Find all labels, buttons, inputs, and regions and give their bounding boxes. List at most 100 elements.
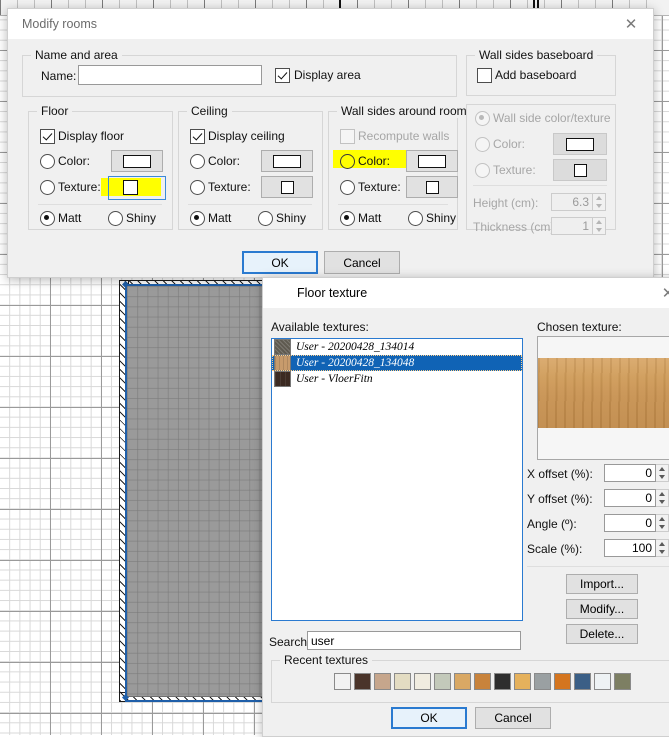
floor-texture-ok-button[interactable]: OK bbox=[391, 707, 467, 729]
recent-texture-swatch[interactable] bbox=[514, 673, 531, 690]
spinner-down-icon[interactable] bbox=[656, 473, 668, 481]
wall-matt-radio[interactable] bbox=[340, 211, 355, 226]
wall-texture-radio[interactable] bbox=[340, 180, 355, 195]
baseboard-height-value[interactable]: 6.3 bbox=[551, 193, 593, 211]
display-floor-checkbox[interactable] bbox=[40, 129, 55, 144]
spinner-up-icon[interactable] bbox=[593, 218, 605, 226]
recent-texture-swatch[interactable] bbox=[354, 673, 371, 690]
angle-input[interactable]: 0 bbox=[604, 514, 656, 532]
recent-texture-swatch[interactable] bbox=[554, 673, 571, 690]
floor-color-radio[interactable] bbox=[40, 154, 55, 169]
recent-texture-swatch[interactable] bbox=[614, 673, 631, 690]
display-ceiling-checkbox[interactable] bbox=[190, 129, 205, 144]
spinner-up-icon[interactable] bbox=[656, 490, 668, 498]
ceiling-texture-button[interactable] bbox=[261, 176, 313, 198]
recent-texture-swatch[interactable] bbox=[414, 673, 431, 690]
y-offset-spinner[interactable] bbox=[656, 489, 669, 507]
list-item[interactable]: User - 20200428_134048 bbox=[272, 355, 522, 371]
wall-color-radio[interactable] bbox=[340, 154, 355, 169]
delete-button[interactable]: Delete... bbox=[566, 624, 638, 644]
recent-texture-swatch[interactable] bbox=[594, 673, 611, 690]
search-input[interactable] bbox=[307, 631, 521, 650]
recent-texture-swatch[interactable] bbox=[474, 673, 491, 690]
recent-texture-swatch[interactable] bbox=[374, 673, 391, 690]
name-input[interactable] bbox=[78, 65, 262, 85]
ceiling-matt-radio[interactable] bbox=[190, 211, 205, 226]
list-item[interactable]: User - VloerFitn bbox=[272, 371, 522, 387]
floor-color-button[interactable] bbox=[111, 150, 163, 172]
y-offset-input[interactable]: 0 bbox=[604, 489, 656, 507]
wall-texture-button[interactable] bbox=[406, 176, 458, 198]
wall-texture-label: Texture: bbox=[358, 180, 401, 194]
spinner-down-icon[interactable] bbox=[593, 226, 605, 234]
add-baseboard-checkbox[interactable] bbox=[477, 68, 492, 83]
scale-input[interactable]: 100 bbox=[604, 539, 656, 557]
baseboard-color-label: Color: bbox=[493, 137, 526, 151]
modify-rooms-dialog[interactable]: Modify rooms ✕ Name and area Name: Displ… bbox=[7, 8, 654, 278]
display-area-checkbox[interactable] bbox=[275, 68, 290, 83]
recent-texture-swatch[interactable] bbox=[454, 673, 471, 690]
available-textures-list[interactable]: User - 20200428_134014 User - 20200428_1… bbox=[271, 338, 523, 621]
close-icon[interactable]: ✕ bbox=[653, 278, 669, 308]
x-offset-input[interactable]: 0 bbox=[604, 464, 656, 482]
recent-texture-swatch[interactable] bbox=[394, 673, 411, 690]
group-ceiling-legend: Ceiling bbox=[187, 104, 232, 118]
group-name-and-area-legend: Name and area bbox=[31, 48, 122, 62]
recent-textures-strip[interactable] bbox=[334, 673, 631, 690]
floor-shiny-label: Shiny bbox=[126, 211, 157, 225]
recent-texture-swatch[interactable] bbox=[334, 673, 351, 690]
spinner-up-icon[interactable] bbox=[656, 515, 668, 523]
wall-shiny-radio[interactable] bbox=[408, 211, 423, 226]
angle-spinner[interactable] bbox=[656, 514, 669, 532]
floor-texture-dialog[interactable]: Floor texture ✕ Available textures: User… bbox=[262, 277, 669, 737]
floor-texture-button[interactable] bbox=[123, 180, 138, 195]
recent-texture-swatch[interactable] bbox=[434, 673, 451, 690]
house-hexagon-icon bbox=[273, 285, 289, 301]
modify-rooms-cancel-button[interactable]: Cancel bbox=[324, 251, 400, 274]
baseboard-texture-radio[interactable] bbox=[475, 163, 490, 178]
floor-texture-radio[interactable] bbox=[40, 180, 55, 195]
recompute-walls-checkbox[interactable] bbox=[340, 129, 355, 144]
spinner-down-icon[interactable] bbox=[656, 523, 668, 531]
spinner-down-icon[interactable] bbox=[593, 202, 605, 210]
ceiling-matt-label: Matt bbox=[208, 211, 232, 225]
ceiling-color-radio[interactable] bbox=[190, 154, 205, 169]
modify-rooms-ok-button[interactable]: OK bbox=[242, 251, 318, 274]
spinner-up-icon[interactable] bbox=[593, 194, 605, 202]
texture-thumbnail bbox=[274, 371, 291, 387]
spinner-up-icon[interactable] bbox=[656, 540, 668, 548]
baseboard-height-spinner[interactable] bbox=[593, 193, 606, 211]
floor-shiny-radio[interactable] bbox=[108, 211, 123, 226]
scale-spinner[interactable] bbox=[656, 539, 669, 557]
x-offset-spinner[interactable] bbox=[656, 464, 669, 482]
import-button[interactable]: Import... bbox=[566, 574, 638, 594]
wall-side-color-texture-radio[interactable] bbox=[475, 111, 490, 126]
floor-texture-cancel-button[interactable]: Cancel bbox=[475, 707, 551, 729]
recent-texture-swatch[interactable] bbox=[494, 673, 511, 690]
ceiling-texture-radio[interactable] bbox=[190, 180, 205, 195]
baseboard-thickness-spinner[interactable] bbox=[593, 217, 606, 235]
group-wall-sides: Wall sides around room Recompute walls C… bbox=[328, 104, 471, 230]
floor-texture-titlebar[interactable]: Floor texture ✕ bbox=[263, 278, 669, 309]
available-textures-label: Available textures: bbox=[271, 320, 369, 334]
baseboard-color-button[interactable] bbox=[553, 133, 607, 155]
wall-matt-label: Matt bbox=[358, 211, 382, 225]
baseboard-thickness-value[interactable]: 1 bbox=[551, 217, 593, 235]
spinner-up-icon[interactable] bbox=[656, 465, 668, 473]
recent-texture-swatch[interactable] bbox=[574, 673, 591, 690]
group-baseboard: Wall sides baseboard Add baseboard bbox=[466, 48, 616, 96]
baseboard-texture-button[interactable] bbox=[553, 159, 607, 181]
recent-texture-swatch[interactable] bbox=[534, 673, 551, 690]
modify-rooms-titlebar[interactable]: Modify rooms ✕ bbox=[8, 9, 653, 40]
group-recent-textures-legend: Recent textures bbox=[280, 653, 373, 667]
ceiling-color-button[interactable] bbox=[261, 150, 313, 172]
floor-matt-radio[interactable] bbox=[40, 211, 55, 226]
baseboard-color-radio[interactable] bbox=[475, 137, 490, 152]
ceiling-shiny-radio[interactable] bbox=[258, 211, 273, 226]
spinner-down-icon[interactable] bbox=[656, 498, 668, 506]
wall-color-button[interactable] bbox=[406, 150, 458, 172]
spinner-down-icon[interactable] bbox=[656, 548, 668, 556]
close-icon[interactable]: ✕ bbox=[609, 9, 653, 39]
modify-button[interactable]: Modify... bbox=[566, 599, 638, 619]
list-item[interactable]: User - 20200428_134014 bbox=[272, 339, 522, 355]
